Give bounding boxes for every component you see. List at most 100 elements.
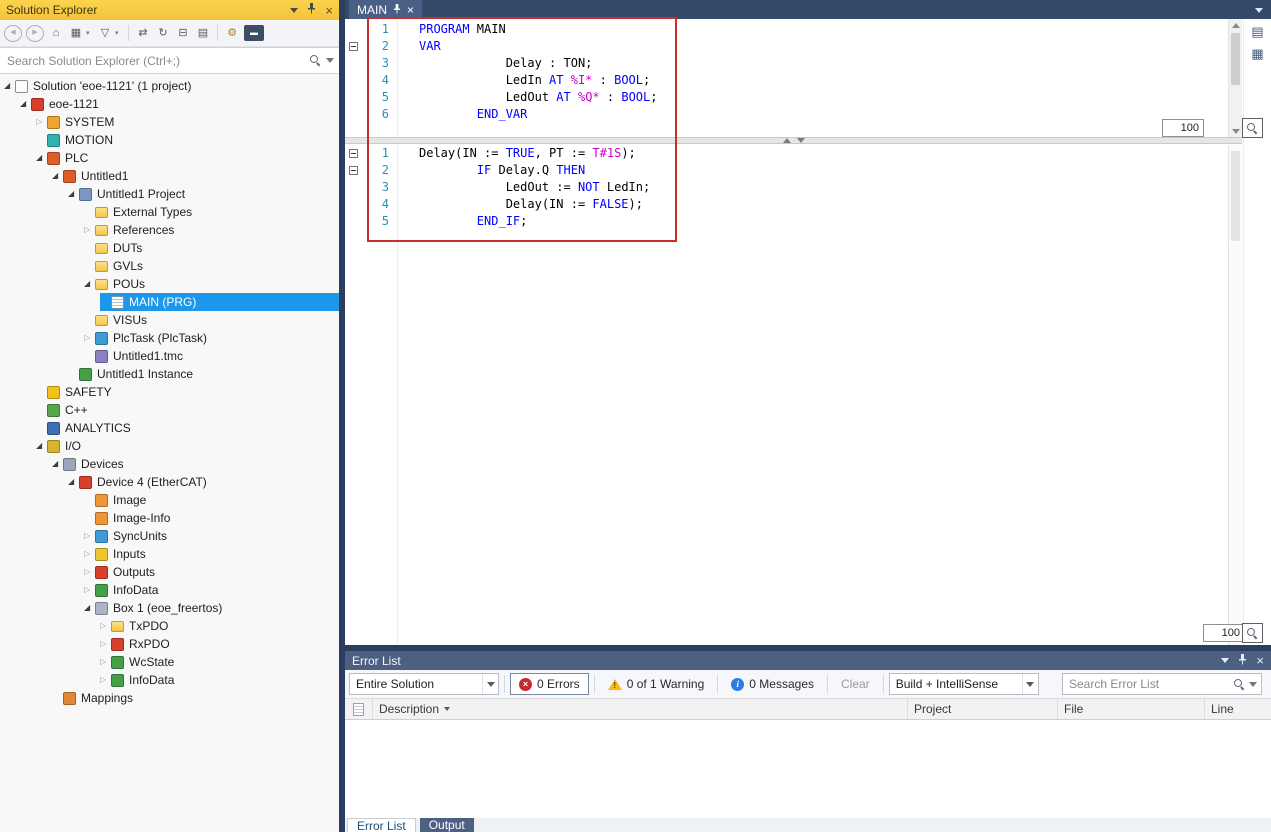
breakpoint-margin[interactable] (389, 179, 419, 196)
tree-item-infodata[interactable]: ▷InfoData (84, 581, 339, 599)
expanded-arrow-icon[interactable]: ◢ (4, 77, 15, 95)
window-position-chevron-icon[interactable] (1221, 658, 1229, 663)
tree-item-system[interactable]: ▷SYSTEM (36, 113, 339, 131)
code-text[interactable]: VAR (419, 38, 441, 55)
tree-item-device-4-ethercat[interactable]: ◢Device 4 (EtherCAT) (68, 473, 339, 491)
declaration-section[interactable]: 1PROGRAM MAIN2VAR3 Delay : TON;4 LedIn A… (345, 21, 1228, 123)
tab-main[interactable]: MAIN × (349, 0, 422, 19)
collapsed-arrow-icon[interactable]: ▷ (84, 329, 95, 347)
tab-list-chevron-icon[interactable] (1255, 8, 1263, 13)
code-text[interactable]: IF Delay.Q THEN (419, 162, 585, 179)
tree-item-outputs[interactable]: ▷Outputs (84, 563, 339, 581)
close-icon[interactable]: × (1256, 654, 1264, 667)
search-options-chevron-icon[interactable] (326, 58, 334, 63)
code-text[interactable]: Delay(IN := FALSE); (419, 196, 643, 213)
bottom-tab-output[interactable]: Output (420, 818, 474, 832)
tree-item-rxpdo[interactable]: ▷RxPDO (100, 635, 339, 653)
tree-item-untitled1[interactable]: ◢Untitled1 (52, 167, 339, 185)
tree-item-mappings[interactable]: Mappings (52, 689, 339, 707)
editor-splitter[interactable] (345, 137, 1242, 144)
warnings-filter-button[interactable]: ! 0 of 1 Warning (600, 673, 713, 695)
tree-item-syncunits[interactable]: ▷SyncUnits (84, 527, 339, 545)
code-line[interactable]: 2VAR (345, 38, 1228, 55)
expanded-arrow-icon[interactable]: ◢ (84, 599, 95, 617)
search-input[interactable] (5, 53, 309, 69)
fold-marker[interactable] (345, 38, 363, 55)
pin-icon[interactable] (307, 3, 316, 17)
collapsed-arrow-icon[interactable]: ▷ (36, 113, 47, 131)
code-text[interactable]: PROGRAM MAIN (419, 21, 506, 38)
close-icon[interactable]: × (325, 4, 333, 17)
tree-item-visus[interactable]: VISUs (84, 311, 339, 329)
splitter-up-icon[interactable] (783, 138, 791, 143)
declaration-view-icon[interactable]: ▤ (1248, 23, 1268, 41)
collapse-box-icon[interactable] (349, 166, 358, 175)
tree-item-i-o[interactable]: ◢I/O (36, 437, 339, 455)
pin-icon[interactable] (1238, 654, 1247, 668)
solution-explorer-search[interactable] (0, 47, 339, 74)
expanded-arrow-icon[interactable]: ◢ (52, 455, 63, 473)
tree-item-plctask-plctask[interactable]: ▷PlcTask (PlcTask) (84, 329, 339, 347)
show-all-files-icon[interactable]: ▤ (195, 25, 211, 41)
breakpoint-margin[interactable] (389, 38, 419, 55)
search-icon[interactable] (1233, 678, 1246, 691)
solution-explorer-titlebar[interactable]: Solution Explorer × (0, 0, 339, 20)
zoom-level-declaration[interactable]: 100 (1162, 119, 1204, 137)
fold-marker[interactable] (345, 145, 363, 162)
column-filter-chevron-icon[interactable] (444, 707, 450, 711)
column-header-line[interactable]: Line (1205, 699, 1271, 719)
implementation-scrollbar[interactable] (1228, 145, 1242, 645)
error-list-body[interactable] (345, 720, 1271, 818)
collapse-all-icon[interactable]: ⊟ (175, 25, 191, 41)
expanded-arrow-icon[interactable]: ◢ (36, 149, 47, 167)
bottom-tab-error-list[interactable]: Error List (347, 818, 416, 832)
tree-item-pous[interactable]: ◢POUs (84, 275, 339, 293)
breakpoint-margin[interactable] (389, 72, 419, 89)
code-text[interactable]: Delay(IN := TRUE, PT := T#1S); (419, 145, 636, 162)
expanded-arrow-icon[interactable]: ◢ (36, 437, 47, 455)
tree-item-txpdo[interactable]: ▷TxPDO (100, 617, 339, 635)
collapsed-arrow-icon[interactable]: ▷ (84, 545, 95, 563)
tree-item-safety[interactable]: SAFETY (36, 383, 339, 401)
code-text[interactable]: Delay : TON; (419, 55, 592, 72)
breakpoint-margin[interactable] (389, 89, 419, 106)
scrollbar-thumb[interactable] (1231, 33, 1240, 85)
pending-filter-icon[interactable]: ▽ (97, 25, 113, 41)
collapsed-arrow-icon[interactable]: ▷ (100, 617, 111, 635)
tree-item-external-types[interactable]: External Types (84, 203, 339, 221)
tree-item-main-prg[interactable]: MAIN (PRG) (100, 293, 339, 311)
window-position-chevron-icon[interactable] (290, 8, 298, 13)
collapsed-arrow-icon[interactable]: ▷ (84, 581, 95, 599)
properties-icon[interactable]: ⚙ (224, 25, 240, 41)
splitter-down-icon[interactable] (797, 138, 805, 143)
breakpoint-margin[interactable] (389, 162, 419, 179)
tree-item-untitled1-project[interactable]: ◢Untitled1 Project (68, 185, 339, 203)
column-header-description[interactable]: Description (373, 699, 908, 719)
zoom-icon[interactable] (1242, 623, 1263, 643)
table-view-icon[interactable]: ▦ (1248, 45, 1268, 63)
collapsed-arrow-icon[interactable]: ▷ (100, 671, 111, 689)
code-text[interactable]: LedOut AT %Q* : BOOL; (419, 89, 657, 106)
preview-selected-items-icon[interactable]: ▬ (244, 25, 264, 41)
code-line[interactable]: 3 LedOut := NOT LedIn; (345, 179, 1228, 196)
switch-views-dropdown-icon[interactable]: ▾ (86, 29, 93, 37)
home-icon[interactable]: ⌂ (48, 25, 64, 41)
tree-item-plc[interactable]: ◢PLC (36, 149, 339, 167)
scroll-up-icon[interactable] (1232, 23, 1240, 28)
code-line[interactable]: 1PROGRAM MAIN (345, 21, 1228, 38)
errors-filter-button[interactable]: × 0 Errors (510, 673, 589, 695)
tree-item-wcstate[interactable]: ▷WcState (100, 653, 339, 671)
declaration-scrollbar[interactable] (1228, 19, 1242, 137)
tree-item-gvls[interactable]: GVLs (84, 257, 339, 275)
tree-item-analytics[interactable]: ANALYTICS (36, 419, 339, 437)
zoom-level-implementation[interactable]: 100 (1203, 624, 1245, 642)
zoom-icon[interactable] (1242, 118, 1263, 138)
refresh-icon[interactable]: ↻ (155, 25, 171, 41)
code-line[interactable]: 1Delay(IN := TRUE, PT := T#1S); (345, 145, 1228, 162)
sync-with-active-document-icon[interactable]: ⇄ (135, 25, 151, 41)
collapsed-arrow-icon[interactable]: ▷ (100, 653, 111, 671)
tree-item-untitled1-instance[interactable]: Untitled1 Instance (68, 365, 339, 383)
code-line[interactable]: 2 IF Delay.Q THEN (345, 162, 1228, 179)
tree-item-eoe-1121[interactable]: ◢eoe-1121 (20, 95, 339, 113)
build-filter-dropdown[interactable]: Build + IntelliSense (889, 673, 1039, 695)
